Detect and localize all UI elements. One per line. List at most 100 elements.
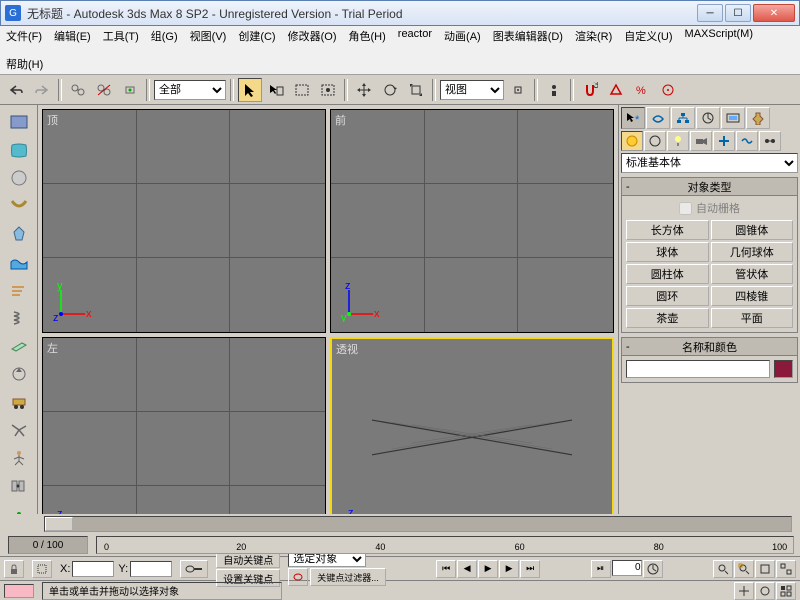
goto-end-button[interactable]: ⏭ [520, 560, 540, 578]
bind-button[interactable] [118, 78, 142, 102]
maximize-button[interactable]: ☐ [725, 4, 751, 22]
menu-tools[interactable]: 工具(T) [103, 28, 139, 44]
pyramid-button[interactable]: 四棱锥 [711, 286, 794, 306]
menu-animation[interactable]: 动画(A) [444, 28, 481, 44]
menu-customize[interactable]: 自定义(U) [624, 28, 672, 44]
torus-button[interactable]: 圆环 [626, 286, 709, 306]
sphere-button[interactable]: 球体 [626, 242, 709, 262]
next-frame-button[interactable]: ▶ [499, 560, 519, 578]
arc-rotate-button[interactable] [755, 582, 775, 600]
pivot-button[interactable] [506, 78, 530, 102]
x-input[interactable] [72, 561, 114, 577]
manipulate-button[interactable] [542, 78, 566, 102]
time-slider[interactable] [44, 516, 792, 532]
spring-icon[interactable] [4, 305, 34, 331]
link-button[interactable] [66, 78, 90, 102]
object-name-input[interactable] [626, 360, 770, 378]
motion-tab[interactable] [696, 107, 720, 129]
cone-button[interactable]: 圆锥体 [711, 220, 794, 240]
motor-icon[interactable] [4, 361, 34, 387]
rotate-button[interactable] [378, 78, 402, 102]
utilities-tab[interactable] [746, 107, 770, 129]
water-icon[interactable] [4, 249, 34, 275]
hinge-icon[interactable] [4, 473, 34, 499]
fracture-icon[interactable] [4, 417, 34, 443]
play-button[interactable]: ▶ [478, 560, 498, 578]
softbody-icon[interactable] [4, 165, 34, 191]
key-step-button[interactable]: ⏯ [591, 560, 611, 578]
undo-button[interactable] [4, 78, 28, 102]
spinner-snap-toggle[interactable] [656, 78, 680, 102]
time-thumb[interactable] [45, 517, 73, 531]
cylinder-button[interactable]: 圆柱体 [626, 264, 709, 284]
menu-edit[interactable]: 编辑(E) [54, 28, 91, 44]
menu-render[interactable]: 渲染(R) [575, 28, 612, 44]
time-ruler[interactable]: 0 20 40 60 80 100 [96, 536, 794, 554]
box-button[interactable]: 长方体 [626, 220, 709, 240]
rope-icon[interactable] [4, 193, 34, 219]
systems-subtab[interactable] [759, 131, 781, 151]
create-tab[interactable]: * [621, 107, 645, 129]
key-mode-button[interactable] [180, 560, 208, 578]
rollout-header[interactable]: -对象类型 [622, 178, 797, 196]
deform-mesh-icon[interactable] [4, 221, 34, 247]
goto-start-button[interactable]: ⏮ [436, 560, 456, 578]
menu-graph[interactable]: 图表编辑器(D) [493, 28, 563, 44]
modify-tab[interactable] [646, 107, 670, 129]
spacewarps-subtab[interactable] [736, 131, 758, 151]
zoom-all-button[interactable] [734, 560, 754, 578]
select-region-button[interactable] [290, 78, 314, 102]
scale-button[interactable] [404, 78, 428, 102]
zoom-extents-all-button[interactable] [776, 560, 796, 578]
category-select[interactable]: 标准基本体 [621, 153, 798, 173]
menu-views[interactable]: 视图(V) [190, 28, 227, 44]
cameras-subtab[interactable] [690, 131, 712, 151]
zoom-button[interactable] [713, 560, 733, 578]
color-swatch[interactable] [774, 360, 793, 378]
selection-lock-button[interactable] [32, 560, 52, 578]
close-button[interactable]: ✕ [753, 4, 795, 22]
select-by-name-button[interactable] [264, 78, 288, 102]
ragdoll-icon[interactable] [4, 445, 34, 471]
menu-reactor[interactable]: reactor [398, 28, 432, 44]
lock-button[interactable] [4, 560, 24, 578]
viewport-front[interactable]: 前 zxy [330, 109, 614, 333]
rollout-header[interactable]: -名称和颜色 [622, 338, 797, 356]
plane-button[interactable]: 平面 [711, 308, 794, 328]
current-frame-input[interactable] [612, 560, 642, 576]
menu-file[interactable]: 文件(F) [6, 28, 42, 44]
pan-button[interactable] [734, 582, 754, 600]
y-input[interactable] [130, 561, 172, 577]
zoom-extents-button[interactable] [755, 560, 775, 578]
menu-group[interactable]: 组(G) [151, 28, 178, 44]
shapes-subtab[interactable] [644, 131, 666, 151]
prev-frame-button[interactable]: ◀ [457, 560, 477, 578]
maximize-viewport-button[interactable] [776, 582, 796, 600]
display-tab[interactable] [721, 107, 745, 129]
tube-button[interactable]: 管状体 [711, 264, 794, 284]
set-key-button[interactable] [288, 568, 308, 586]
script-listener[interactable] [4, 584, 34, 598]
snap-toggle[interactable]: 3 [578, 78, 602, 102]
viewport-top[interactable]: 顶 yxz [42, 109, 326, 333]
geometry-subtab[interactable] [621, 131, 643, 151]
geosphere-button[interactable]: 几何球体 [711, 242, 794, 262]
selection-filter[interactable]: 全部 [154, 80, 226, 100]
menu-character[interactable]: 角色(H) [349, 28, 386, 44]
time-config-button[interactable] [643, 560, 663, 578]
ref-coord-system[interactable]: 视图 [440, 80, 504, 100]
select-button[interactable] [238, 78, 262, 102]
menu-maxscript[interactable]: MAXScript(M) [685, 28, 753, 44]
lights-subtab[interactable] [667, 131, 689, 151]
plane-icon[interactable] [4, 333, 34, 359]
minimize-button[interactable]: ─ [697, 4, 723, 22]
hierarchy-tab[interactable] [671, 107, 695, 129]
teapot-button[interactable]: 茶壶 [626, 308, 709, 328]
menu-help[interactable]: 帮助(H) [6, 56, 43, 72]
percent-snap-toggle[interactable]: % [630, 78, 654, 102]
menu-create[interactable]: 创建(C) [238, 28, 275, 44]
helpers-subtab[interactable] [713, 131, 735, 151]
move-button[interactable] [352, 78, 376, 102]
wind-icon[interactable] [4, 277, 34, 303]
menu-modifiers[interactable]: 修改器(O) [288, 28, 337, 44]
